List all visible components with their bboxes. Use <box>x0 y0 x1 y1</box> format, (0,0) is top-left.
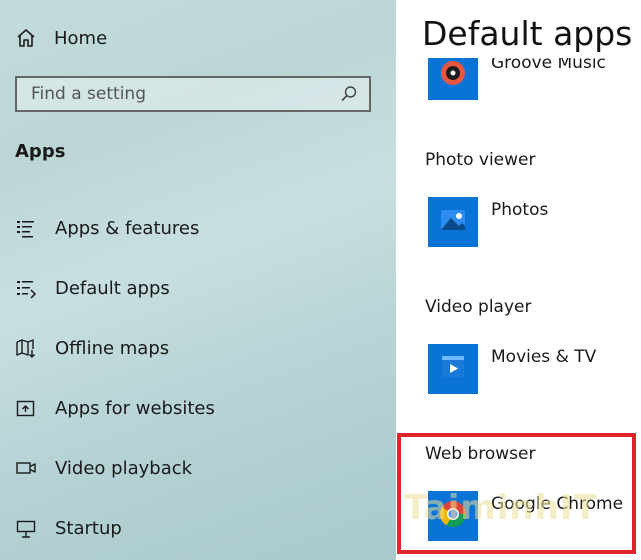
google-chrome-tile[interactable] <box>428 491 478 541</box>
section-title: Apps <box>15 141 66 162</box>
open-in-icon <box>14 396 38 420</box>
photos-label: Photos <box>491 200 549 220</box>
groove-music-icon <box>438 58 468 92</box>
movies-tv-tile[interactable] <box>428 344 478 394</box>
sidebar-item-label: Video playback <box>55 457 193 479</box>
home-nav-item[interactable]: Home <box>14 24 107 52</box>
sidebar-item-startup[interactable]: Startup <box>14 513 122 543</box>
movies-tv-label: Movies & TV <box>491 347 597 367</box>
startup-icon <box>14 516 38 540</box>
sidebar-item-apps-features[interactable]: Apps & features <box>14 213 199 243</box>
settings-sidebar: Home Apps Apps & features Default apps O… <box>0 0 396 560</box>
photos-tile[interactable] <box>428 197 478 247</box>
page-title-overlay: Default apps <box>422 14 633 53</box>
home-label: Home <box>54 27 108 49</box>
default-apps-panel: Default apps Groove Music Default apps P… <box>396 0 641 560</box>
search-icon[interactable] <box>335 80 363 108</box>
sidebar-item-label: Default apps <box>55 277 170 299</box>
photos-icon <box>438 205 468 239</box>
sidebar-item-label: Offline maps <box>55 337 170 359</box>
search-box[interactable] <box>15 76 371 112</box>
sidebar-item-video-playback[interactable]: Video playback <box>14 453 192 483</box>
sidebar-item-default-apps[interactable]: Default apps <box>14 273 170 303</box>
chrome-icon <box>437 498 469 534</box>
sidebar-item-label: Apps for websites <box>55 397 215 419</box>
video-player-heading: Video player <box>425 297 532 317</box>
home-icon <box>14 26 38 50</box>
search-input[interactable] <box>17 83 335 105</box>
web-browser-heading: Web browser <box>425 444 536 464</box>
list-icon <box>14 216 38 240</box>
map-download-icon <box>14 336 38 360</box>
google-chrome-label: Google Chrome <box>491 494 624 514</box>
sidebar-item-apps-for-websites[interactable]: Apps for websites <box>14 393 215 423</box>
sidebar-item-label: Startup <box>55 517 122 539</box>
default-apps-icon <box>14 276 38 300</box>
sidebar-item-offline-maps[interactable]: Offline maps <box>14 333 169 363</box>
sidebar-item-label: Apps & features <box>55 217 200 239</box>
video-camera-icon <box>14 456 38 480</box>
movies-tv-icon <box>438 352 468 386</box>
photo-viewer-heading: Photo viewer <box>425 150 536 170</box>
